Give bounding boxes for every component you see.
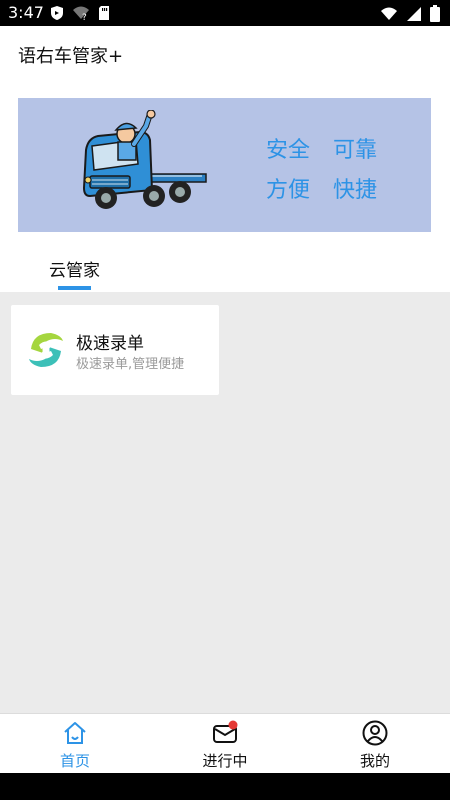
- feature-grid: 极速录单 极速录单,管理便捷: [0, 293, 450, 713]
- wifi-question-icon: ?: [73, 6, 89, 21]
- slogan-convenient: 方便: [266, 178, 311, 203]
- status-bar: 3:47 ?: [0, 0, 450, 26]
- main-content: 安全 可靠 方便 快捷 云管家: [0, 78, 450, 292]
- nav-home[interactable]: 首页: [0, 714, 150, 774]
- status-icons-right: [380, 5, 440, 22]
- slogan-safe: 安全: [266, 138, 311, 163]
- shield-icon: [51, 6, 63, 20]
- battery-icon: [430, 5, 440, 22]
- system-nav-bar: [0, 773, 450, 800]
- wifi-icon: [381, 7, 397, 20]
- signal-icon: [407, 6, 421, 21]
- app-title: 语右车管家+: [18, 46, 124, 67]
- tab-indicator: [58, 286, 91, 290]
- app-bar: 语右车管家+: [0, 26, 450, 79]
- hands-logo-icon: [29, 333, 63, 367]
- card-subtitle: 极速录单,管理便捷: [76, 357, 185, 372]
- svg-text:?: ?: [82, 13, 87, 21]
- slogan-fast: 快捷: [333, 178, 378, 203]
- nav-mine-label: 我的: [359, 752, 390, 770]
- nav-mine[interactable]: 我的: [300, 714, 450, 774]
- mail-badge-icon: [213, 720, 238, 743]
- slogan-reliable: 可靠: [333, 138, 378, 163]
- nav-home-label: 首页: [59, 752, 90, 770]
- banner[interactable]: 安全 可靠 方便 快捷: [18, 98, 431, 232]
- nav-in-progress-label: 进行中: [202, 752, 248, 770]
- status-time: 3:47: [8, 3, 44, 22]
- status-icons-left: ?: [50, 5, 110, 21]
- user-icon: [362, 720, 388, 746]
- feature-card-quick-order[interactable]: 极速录单 极速录单,管理便捷: [11, 305, 219, 395]
- sd-card-icon: [99, 6, 109, 20]
- tab-bar: 云管家: [0, 238, 450, 292]
- tab-label: 云管家: [49, 261, 100, 281]
- truck-driver-illustration: [82, 110, 207, 209]
- bottom-nav: 首页 进行中 我的: [0, 713, 450, 774]
- card-title: 极速录单: [76, 334, 144, 354]
- home-icon: [64, 722, 86, 744]
- nav-in-progress[interactable]: 进行中: [150, 714, 300, 774]
